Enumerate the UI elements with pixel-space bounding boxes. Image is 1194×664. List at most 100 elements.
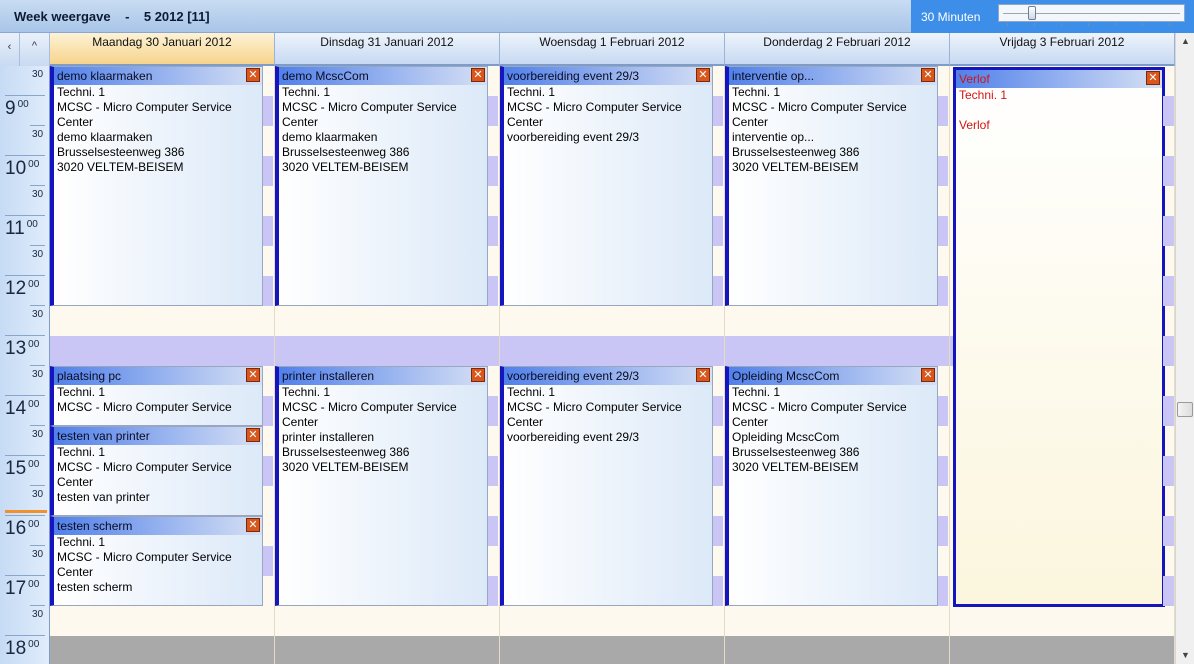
close-icon[interactable]: ✕ — [246, 68, 260, 82]
appointment[interactable]: voorbereiding event 29/3 ✕ Techni. 1 MCSC -… — [500, 366, 713, 606]
close-icon[interactable]: ✕ — [246, 428, 260, 442]
scroll-down-arrow-icon[interactable]: ▼ — [1177, 647, 1194, 664]
hour-divider — [5, 575, 45, 576]
appointment-detail-line: Center — [282, 415, 319, 429]
time-slot-marker — [488, 396, 498, 426]
close-icon[interactable]: ✕ — [696, 68, 710, 82]
appointment[interactable]: demo klaarmaken ✕ Techni. 1 MCSC - Micro Co… — [50, 66, 263, 306]
time-slot-marker — [938, 216, 948, 246]
appointment-detail-line: Center — [732, 415, 769, 429]
scroll-up-button[interactable]: ^ — [20, 33, 50, 66]
day-header[interactable]: Dinsdag 31 Januari 2012 — [275, 33, 500, 66]
close-icon[interactable]: ✕ — [1146, 71, 1160, 85]
lunch-break-area — [275, 336, 499, 366]
appointment-detail-line: Brusselsesteenweg 386 — [732, 145, 860, 159]
day-header[interactable]: Maandag 30 Januari 2012 — [50, 33, 275, 66]
title-bar: Week weergave - 5 2012 [11] 30 Minuten — [0, 0, 1194, 33]
appointment[interactable]: testen scherm ✕ Techni. 1 MCSC - Micro Comp… — [50, 516, 263, 606]
close-icon[interactable]: ✕ — [471, 68, 485, 82]
appointment-title: printer installeren ✕ — [279, 367, 487, 385]
close-icon[interactable]: ✕ — [921, 68, 935, 82]
appointment-title: voorbereiding event 29/3 ✕ — [504, 367, 712, 385]
appointment-title: Verlof ✕ — [956, 70, 1162, 88]
appointment-detail-line: Techni. 1 — [732, 85, 781, 99]
zoom-tick — [1034, 23, 1035, 26]
time-slot-marker — [1163, 156, 1174, 186]
hour-minutes: 00 — [28, 339, 40, 350]
appointment-title: plaatsing pc ✕ — [54, 367, 262, 385]
close-icon[interactable]: ✕ — [471, 368, 485, 382]
zoom-label: 30 Minuten — [921, 10, 981, 24]
appointment[interactable]: demo McscCom ✕ Techni. 1 MCSC - Micro Compu… — [275, 66, 488, 306]
time-slot-marker — [938, 276, 948, 306]
time-slot-marker — [1163, 276, 1174, 306]
appointment-title-text: printer installeren — [282, 369, 375, 383]
appointment-title-text: Verlof — [959, 72, 990, 86]
time-slot-marker — [263, 546, 273, 576]
appointment[interactable]: interventie op... ✕ Techni. 1 MCSC - Micro … — [725, 66, 938, 306]
close-icon[interactable]: ✕ — [921, 368, 935, 382]
time-slot-marker — [1163, 396, 1174, 426]
previous-button[interactable]: ‹ — [0, 33, 20, 66]
appointment-title-text: Opleiding McscCom — [732, 369, 840, 383]
appointment-detail-line: Center — [507, 415, 544, 429]
half-hour-divider — [30, 305, 45, 306]
time-slot-marker — [1163, 576, 1174, 606]
title-separator: - — [125, 9, 130, 24]
appointment-detail-line: testen van printer — [57, 490, 150, 504]
appointment-detail-line: printer installeren — [282, 430, 375, 444]
appointment[interactable]: voorbereiding event 29/3 ✕ Techni. 1 MCSC -… — [500, 66, 713, 306]
day-header[interactable]: Woensdag 1 Februari 2012 — [500, 33, 725, 66]
time-slot-marker — [713, 576, 723, 606]
appointment-detail-line: Center — [507, 115, 544, 129]
lunch-break-area — [500, 336, 724, 366]
appointment-detail-line — [959, 103, 1162, 118]
zoom-slider[interactable] — [998, 4, 1185, 26]
half-hour-label: 30 — [32, 549, 44, 560]
appointment-details: Techni. 1 MCSC - Micro Computer Service — [54, 385, 262, 415]
zoom-tick — [1142, 23, 1143, 26]
appointment-detail-line: 3020 VELTEM-BEISEM — [282, 460, 409, 474]
appointment-detail-line: testen scherm — [57, 580, 133, 594]
current-time-indicator — [5, 510, 47, 513]
close-icon[interactable]: ✕ — [246, 518, 260, 532]
time-slot-marker — [1163, 516, 1174, 546]
appointment-title-text: interventie op... — [732, 69, 815, 83]
appointment-detail-line: Brusselsesteenweg 386 — [57, 145, 185, 159]
hour-divider — [5, 95, 45, 96]
appointment-detail-line: MCSC - Micro Computer Service — [57, 460, 232, 474]
lunch-break-area — [725, 336, 949, 366]
close-icon[interactable]: ✕ — [246, 368, 260, 382]
appointment-detail-line: Center — [732, 115, 769, 129]
hour-label: 11 00 — [5, 218, 38, 239]
hour-minutes: 00 — [28, 579, 40, 590]
appointment[interactable]: Verlof ✕ Techni. 1 Verlof — [953, 67, 1165, 607]
appointment-detail-line: voorbereiding event 29/3 — [507, 130, 640, 144]
appointment-detail-line: Opleiding McscCom — [732, 430, 840, 444]
day-header[interactable]: Donderdag 2 Februari 2012 — [725, 33, 950, 66]
appointment[interactable]: testen van printer ✕ Techni. 1 MCSC - Micro… — [50, 426, 263, 516]
day-header[interactable]: Vrijdag 3 Februari 2012 — [950, 33, 1175, 66]
appointment-detail-line: Techni. 1 — [57, 445, 106, 459]
hour-label: 18 00 — [5, 638, 40, 659]
vertical-scrollbar[interactable]: ▲ ▼ — [1175, 33, 1194, 664]
hour-minutes: 00 — [28, 519, 40, 530]
half-hour-divider — [30, 545, 45, 546]
close-icon[interactable]: ✕ — [696, 368, 710, 382]
appointment-details: Techni. 1 MCSC - Micro Computer Service Ce… — [54, 445, 262, 505]
scrollbar-thumb[interactable] — [1177, 402, 1193, 417]
appointment[interactable]: plaatsing pc ✕ Techni. 1 MCSC - Micro Compu… — [50, 366, 263, 426]
appointment[interactable]: printer installeren ✕ Techni. 1 MCSC - Micr… — [275, 366, 488, 606]
zoom-slider-thumb[interactable] — [1028, 6, 1036, 20]
hour-divider — [5, 455, 45, 456]
appointment-detail-line: MCSC - Micro Computer Service — [57, 550, 232, 564]
after-hours-area — [275, 636, 499, 664]
hour-minutes: 00 — [28, 399, 40, 410]
appointment[interactable]: Opleiding McscCom ✕ Techni. 1 MCSC - Micro … — [725, 366, 938, 606]
scroll-up-arrow-icon[interactable]: ▲ — [1177, 33, 1194, 50]
week-number: 5 2012 [11] — [143, 9, 210, 24]
appointment-detail-line: MCSC - Micro Computer Service — [732, 100, 907, 114]
appointment-detail-line: MCSC - Micro Computer Service — [507, 100, 682, 114]
appointment-title: Opleiding McscCom ✕ — [729, 367, 937, 385]
appointment-detail-line: 3020 VELTEM-BEISEM — [732, 160, 859, 174]
